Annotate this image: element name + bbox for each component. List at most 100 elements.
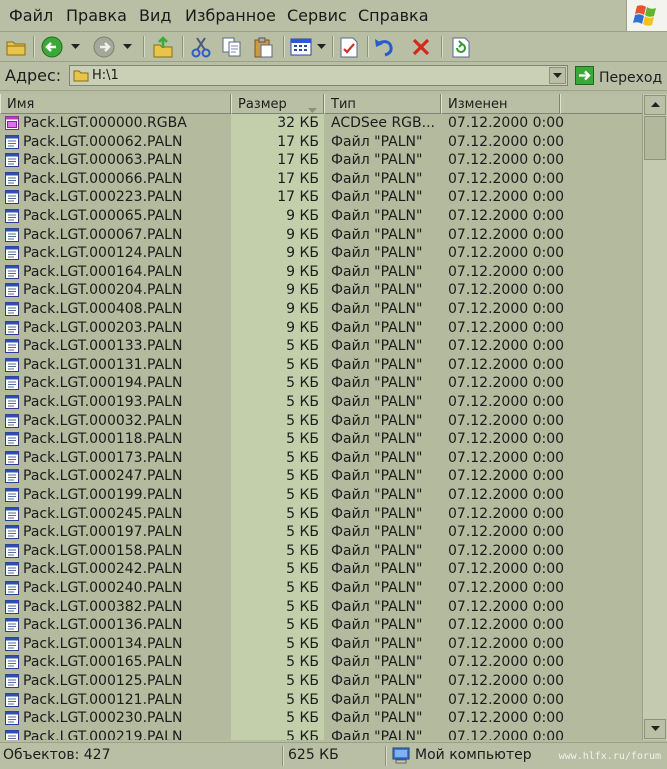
menu-view[interactable]: Вид: [139, 6, 171, 25]
file-icon: [5, 153, 19, 168]
vertical-scrollbar[interactable]: [642, 94, 667, 740]
file-row[interactable]: Pack.LGT.000194.PALN 5 КБ Файл "PALN" 07.12…: [0, 374, 642, 392]
file-type: Файл "PALN": [331, 356, 423, 373]
file-row[interactable]: Pack.LGT.000193.PALN 5 КБ Файл "PALN" 07.12…: [0, 393, 642, 411]
file-row[interactable]: Pack.LGT.000173.PALN 5 КБ Файл "PALN" 07.12…: [0, 449, 642, 467]
file-modified: 07.12.2000 0:00: [448, 449, 565, 466]
scroll-down-button[interactable]: [644, 719, 666, 739]
column-header-label: Размер: [238, 97, 287, 112]
refresh-icon[interactable]: [448, 34, 474, 59]
file-icon: [5, 711, 19, 726]
file-row[interactable]: Pack.LGT.000408.PALN 9 КБ Файл "PALN" 07.12…: [0, 300, 642, 318]
delete-icon[interactable]: [408, 34, 434, 59]
file-size: 17 КБ: [277, 133, 319, 150]
file-type: Файл "PALN": [331, 524, 423, 541]
file-modified: 07.12.2000 0:00: [448, 580, 565, 596]
file-name: Pack.LGT.000173.PALN: [23, 449, 183, 466]
column-header-name[interactable]: Имя: [0, 94, 231, 114]
properties-icon[interactable]: [336, 34, 362, 59]
back-icon[interactable]: [38, 34, 66, 59]
column-header-modified[interactable]: Изменен: [441, 94, 560, 114]
file-row[interactable]: Pack.LGT.000197.PALN 5 КБ Файл "PALN" 07.12…: [0, 523, 642, 541]
file-row[interactable]: Pack.LGT.000118.PALN 5 КБ Файл "PALN" 07.12…: [0, 430, 642, 448]
address-input[interactable]: H:\1: [69, 65, 568, 86]
column-header-type[interactable]: Тип: [324, 94, 441, 114]
file-row[interactable]: Pack.LGT.000219.PALN 5 КБ Файл "PALN" 07.12…: [0, 728, 642, 740]
file-icon: [5, 134, 19, 149]
file-row[interactable]: Pack.LGT.000136.PALN 5 КБ Файл "PALN" 07.12…: [0, 616, 642, 634]
file-row[interactable]: Pack.LGT.000240.PALN 5 КБ Файл "PALN" 07.12…: [0, 579, 642, 597]
file-row[interactable]: Pack.LGT.000165.PALN 5 КБ Файл "PALN" 07.12…: [0, 653, 642, 671]
file-row[interactable]: Pack.LGT.000199.PALN 5 КБ Файл "PALN" 07.12…: [0, 486, 642, 504]
file-row[interactable]: Pack.LGT.000245.PALN 5 КБ Файл "PALN" 07.12…: [0, 505, 642, 523]
scroll-thumb[interactable]: [644, 116, 666, 160]
file-row[interactable]: Pack.LGT.000204.PALN 9 КБ Файл "PALN" 07.12…: [0, 281, 642, 299]
file-size: 5 КБ: [286, 356, 319, 373]
copy-icon[interactable]: [219, 34, 245, 59]
move-to-icon[interactable]: [150, 34, 176, 59]
go-label: Переход: [599, 69, 663, 86]
undo-icon[interactable]: [371, 34, 397, 59]
file-row[interactable]: Pack.LGT.000133.PALN 5 КБ Файл "PALN" 07.12…: [0, 337, 642, 355]
file-name: Pack.LGT.000124.PALN: [23, 245, 183, 262]
file-list[interactable]: Pack.LGT.000000.RGBA 32 КБ ACDSee RGB... 07…: [0, 114, 642, 740]
file-modified: 07.12.2000 0:00: [448, 133, 565, 150]
file-row[interactable]: Pack.LGT.000032.PALN 5 КБ Файл "PALN" 07.12…: [0, 412, 642, 430]
file-row[interactable]: Pack.LGT.000125.PALN 5 КБ Файл "PALN" 07.12…: [0, 672, 642, 690]
file-modified: 07.12.2000 0:00: [448, 189, 565, 206]
file-row[interactable]: Pack.LGT.000223.PALN 17 КБ Файл "PALN" 07.1…: [0, 188, 642, 206]
scroll-up-button[interactable]: [644, 95, 666, 115]
file-row[interactable]: Pack.LGT.000134.PALN 5 КБ Файл "PALN" 07.12…: [0, 635, 642, 653]
cut-icon[interactable]: [188, 34, 214, 59]
menu-tools[interactable]: Сервис: [287, 6, 347, 25]
file-row[interactable]: Pack.LGT.000203.PALN 9 КБ Файл "PALN" 07.12…: [0, 319, 642, 337]
file-row[interactable]: Pack.LGT.000065.PALN 9 КБ Файл "PALN" 07.12…: [0, 207, 642, 225]
file-row[interactable]: Pack.LGT.000066.PALN 17 КБ Файл "PALN" 07.1…: [0, 170, 642, 188]
file-type: Файл "PALN": [331, 375, 423, 392]
status-bar: Объектов: 427 625 КБ Мой компьютер www.h…: [0, 742, 667, 769]
status-location: Мой компьютер: [415, 747, 532, 763]
back-dropdown-chevron-icon[interactable]: [68, 34, 82, 59]
file-type: Файл "PALN": [331, 561, 423, 578]
menu-help[interactable]: Справка: [358, 6, 429, 25]
file-row[interactable]: Pack.LGT.000124.PALN 9 КБ Файл "PALN" 07.12…: [0, 244, 642, 262]
file-size: 5 КБ: [286, 654, 319, 671]
file-row[interactable]: Pack.LGT.000000.RGBA 32 КБ ACDSee RGB... 07…: [0, 114, 642, 132]
file-modified: 07.12.2000 0:00: [448, 226, 565, 243]
go-button[interactable]: Переход: [575, 66, 662, 89]
forward-icon[interactable]: [90, 34, 118, 59]
file-row[interactable]: Pack.LGT.000382.PALN 5 КБ Файл "PALN" 07.12…: [0, 598, 642, 616]
file-row[interactable]: Pack.LGT.000164.PALN 9 КБ Файл "PALN" 07.12…: [0, 263, 642, 281]
forward-dropdown-chevron-icon[interactable]: [120, 34, 134, 59]
column-header-filler: [560, 94, 642, 114]
file-row[interactable]: Pack.LGT.000062.PALN 17 КБ Файл "PALN" 07.1…: [0, 133, 642, 151]
file-modified: 07.12.2000 0:00: [448, 542, 565, 559]
file-row[interactable]: Pack.LGT.000247.PALN 5 КБ Файл "PALN" 07.12…: [0, 467, 642, 485]
file-row[interactable]: Pack.LGT.000242.PALN 5 КБ Файл "PALN" 07.12…: [0, 560, 642, 578]
file-row[interactable]: Pack.LGT.000121.PALN 5 КБ Файл "PALN" 07.12…: [0, 691, 642, 709]
menu-file[interactable]: Файл: [9, 6, 53, 25]
address-dropdown-chevron-icon[interactable]: [549, 67, 566, 84]
file-icon: [5, 413, 19, 428]
list-header: Имя Размер Тип Изменен: [0, 94, 642, 114]
file-icon: [5, 618, 19, 633]
status-object-count: Объектов: 427: [3, 747, 111, 763]
file-row[interactable]: Pack.LGT.000158.PALN 5 КБ Файл "PALN" 07.12…: [0, 542, 642, 560]
file-size: 5 КБ: [286, 673, 319, 689]
file-row[interactable]: Pack.LGT.000230.PALN 5 КБ Файл "PALN" 07.12…: [0, 709, 642, 727]
views-icon[interactable]: [288, 34, 314, 59]
file-row[interactable]: Pack.LGT.000063.PALN 17 КБ Файл "PALN" 07.1…: [0, 151, 642, 169]
file-modified: 07.12.2000 0:00: [448, 319, 565, 336]
paste-icon[interactable]: [250, 34, 276, 59]
file-type: Файл "PALN": [331, 598, 423, 615]
file-size: 5 КБ: [286, 468, 319, 485]
file-row[interactable]: Pack.LGT.000067.PALN 9 КБ Файл "PALN" 07.12…: [0, 226, 642, 244]
file-size: 5 КБ: [286, 542, 319, 559]
menu-edit[interactable]: Правка: [66, 6, 127, 25]
views-dropdown-chevron-icon[interactable]: [314, 34, 328, 59]
file-size: 17 КБ: [277, 189, 319, 206]
folder-up-icon[interactable]: [4, 34, 28, 59]
column-header-size[interactable]: Размер: [231, 94, 324, 114]
file-row[interactable]: Pack.LGT.000131.PALN 5 КБ Файл "PALN" 07.12…: [0, 356, 642, 374]
menu-favorites[interactable]: Избранное: [185, 6, 276, 25]
